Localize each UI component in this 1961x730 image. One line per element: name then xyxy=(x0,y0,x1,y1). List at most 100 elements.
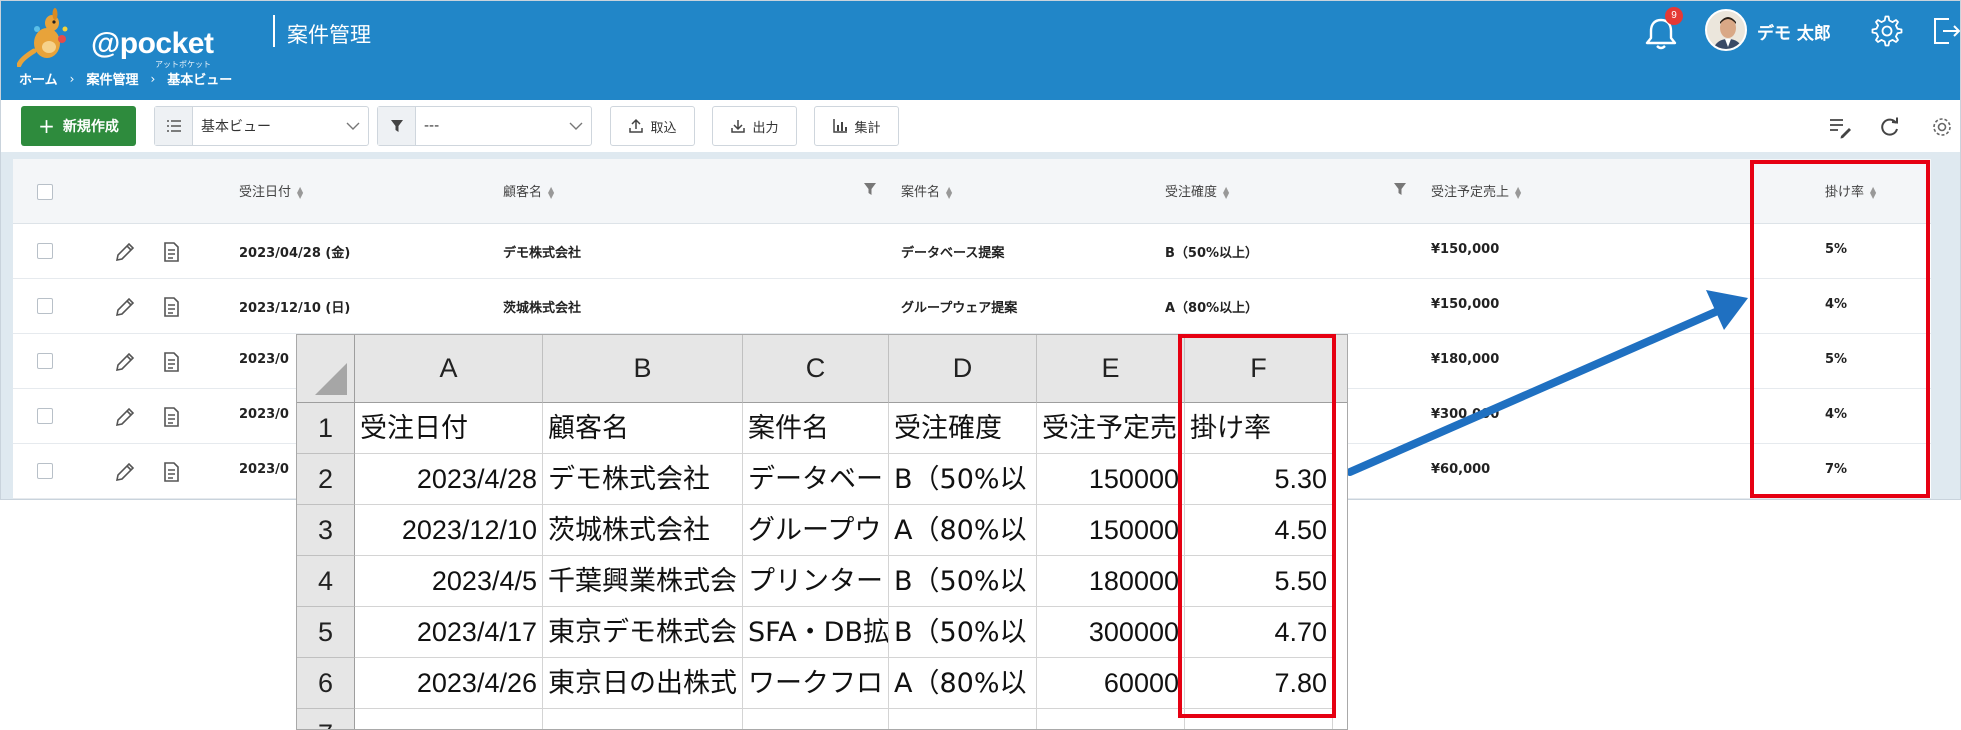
user-avatar[interactable] xyxy=(1705,9,1747,51)
row-header[interactable]: 4 xyxy=(297,556,355,607)
sheet-cell[interactable]: A（80%以 xyxy=(889,658,1037,709)
filter-select[interactable]: --- xyxy=(377,106,592,146)
edit-pencil-icon[interactable] xyxy=(113,350,137,374)
column-header-a[interactable]: A xyxy=(355,335,543,403)
sheet-cell[interactable]: 千葉興業株式会 xyxy=(543,556,743,607)
sheet-cell[interactable]: 2023/4/5 xyxy=(355,556,543,607)
cell-project: データベース提案 xyxy=(901,246,1005,261)
sheet-cell[interactable]: データベー xyxy=(743,454,889,505)
view-select-value: 基本ビュー xyxy=(201,119,271,135)
row-header[interactable]: 1 xyxy=(297,403,355,454)
sheet-cell[interactable]: 顧客名 xyxy=(543,403,743,454)
aggregate-button[interactable]: 集計 xyxy=(814,106,899,146)
select-all-checkbox[interactable] xyxy=(37,184,53,200)
edit-pencil-icon[interactable] xyxy=(113,295,137,319)
user-name[interactable]: デモ 太郎 xyxy=(1757,19,1831,44)
sheet-cell[interactable]: B（50%以 xyxy=(889,454,1037,505)
filter-select-value: --- xyxy=(424,118,440,134)
sheet-cell[interactable]: 300000 xyxy=(1037,607,1185,658)
sheet-cell[interactable]: ワークフロ xyxy=(743,658,889,709)
sheet-cell[interactable]: 2023/4/17 xyxy=(355,607,543,658)
document-icon[interactable] xyxy=(160,460,182,484)
edit-pencil-icon[interactable] xyxy=(113,405,137,429)
sort-icon: ▲ ▼ xyxy=(548,184,555,200)
breadcrumb-case-management[interactable]: 案件管理 xyxy=(86,69,138,88)
breadcrumb-separator-icon: › xyxy=(150,71,156,86)
column-header-project[interactable]: 案件名 ▲ ▼ xyxy=(901,181,952,200)
breadcrumb-separator-icon: › xyxy=(69,71,75,86)
column-header-e[interactable]: E xyxy=(1037,335,1185,403)
column-filter-icon[interactable] xyxy=(1393,181,1407,197)
sheet-cell[interactable]: 受注確度 xyxy=(889,403,1037,454)
sheet-cell[interactable]: 150000 xyxy=(1037,454,1185,505)
sheet-cell[interactable]: 案件名 xyxy=(743,403,889,454)
refresh-icon[interactable] xyxy=(1877,114,1903,140)
edit-pencil-icon[interactable] xyxy=(113,240,137,264)
table-row[interactable]: 2023/04/28 (金) デモ株式会社 データベース提案 B（50%以上） … xyxy=(13,224,1931,279)
column-header-probability[interactable]: 受注確度 ▲ ▼ xyxy=(1165,181,1229,200)
new-record-button[interactable]: + 新規作成 xyxy=(21,106,136,146)
sheet-cell[interactable]: SFA・DB拡 xyxy=(743,607,889,658)
breadcrumb-home[interactable]: ホーム xyxy=(19,69,58,88)
view-select[interactable]: 基本ビュー xyxy=(154,106,369,146)
document-icon[interactable] xyxy=(160,295,182,319)
sheet-cell[interactable] xyxy=(543,709,743,729)
sheet-cell[interactable]: 180000 xyxy=(1037,556,1185,607)
column-filter-icon[interactable] xyxy=(863,181,877,197)
sheet-cell[interactable]: B（50%以 xyxy=(889,556,1037,607)
sheet-cell[interactable]: デモ株式会社 xyxy=(543,454,743,505)
row-checkbox[interactable] xyxy=(37,243,53,259)
document-icon[interactable] xyxy=(160,405,182,429)
sheet-cell[interactable]: 東京日の出株式 xyxy=(543,658,743,709)
edit-pencil-icon[interactable] xyxy=(113,460,137,484)
row-checkbox[interactable] xyxy=(37,463,53,479)
row-header[interactable]: 5 xyxy=(297,607,355,658)
row-header[interactable]: 6 xyxy=(297,658,355,709)
sheet-cell[interactable]: 2023/4/28 xyxy=(355,454,543,505)
sheet-cell[interactable] xyxy=(743,709,889,729)
select-all-corner[interactable] xyxy=(297,335,355,403)
logout-icon[interactable] xyxy=(1931,15,1961,47)
sheet-cell[interactable]: 2023/12/10 xyxy=(355,505,543,556)
row-checkbox[interactable] xyxy=(37,353,53,369)
column-header-expected-sales[interactable]: 受注予定売上 ▲ ▼ xyxy=(1431,181,1521,200)
column-header-d[interactable]: D xyxy=(889,335,1037,403)
app-logo[interactable]: @pocket アットポケット xyxy=(17,7,217,69)
sheet-cell[interactable]: 受注日付 xyxy=(355,403,543,454)
edit-columns-icon[interactable] xyxy=(1827,114,1853,140)
sheet-cell[interactable] xyxy=(355,709,543,729)
import-label: 取込 xyxy=(650,120,677,136)
sheet-cell[interactable]: A（80%以 xyxy=(889,505,1037,556)
sheet-cell[interactable]: 60000 xyxy=(1037,658,1185,709)
column-header-customer[interactable]: 顧客名 ▲ ▼ xyxy=(503,181,554,200)
row-checkbox[interactable] xyxy=(37,298,53,314)
column-header-b[interactable]: B xyxy=(543,335,743,403)
sheet-cell[interactable] xyxy=(1037,709,1185,729)
sheet-cell[interactable]: プリンター xyxy=(743,556,889,607)
notification-count-badge: 9 xyxy=(1665,7,1683,25)
grid-header: 受注日付 ▲ ▼ 顧客名 ▲ ▼ 案件名 ▲ ▼ 受注確度 ▲ ▼ 受注予定売上 ▲ ▼ 掛け率 ▲ ▼ xyxy=(13,159,1931,224)
sheet-cell[interactable]: 150000 xyxy=(1037,505,1185,556)
settings-gear-icon[interactable] xyxy=(1871,15,1903,47)
row-header[interactable]: 7 xyxy=(297,709,355,729)
sheet-cell[interactable] xyxy=(889,709,1037,729)
export-button[interactable]: 出力 xyxy=(712,106,797,146)
row-checkbox[interactable] xyxy=(37,408,53,424)
grid-settings-gear-icon[interactable] xyxy=(1929,114,1955,140)
document-icon[interactable] xyxy=(160,350,182,374)
column-header-order-date[interactable]: 受注日付 ▲ ▼ xyxy=(239,181,303,200)
sheet-cell[interactable]: B（50%以 xyxy=(889,607,1037,658)
sort-icon: ▲ ▼ xyxy=(297,184,304,200)
row-header[interactable]: 3 xyxy=(297,505,355,556)
column-header-c[interactable]: C xyxy=(743,335,889,403)
filter-icon xyxy=(378,107,416,145)
sheet-cell[interactable]: 東京デモ株式会 xyxy=(543,607,743,658)
document-icon[interactable] xyxy=(160,240,182,264)
sheet-cell[interactable]: 受注予定売 xyxy=(1037,403,1185,454)
cell-order-date: 2023/12/10 (日) xyxy=(239,301,351,316)
sheet-cell[interactable]: 茨城株式会社 xyxy=(543,505,743,556)
import-button[interactable]: 取込 xyxy=(610,106,695,146)
row-header[interactable]: 2 xyxy=(297,454,355,505)
sheet-cell[interactable]: グループウ xyxy=(743,505,889,556)
sheet-cell[interactable]: 2023/4/26 xyxy=(355,658,543,709)
